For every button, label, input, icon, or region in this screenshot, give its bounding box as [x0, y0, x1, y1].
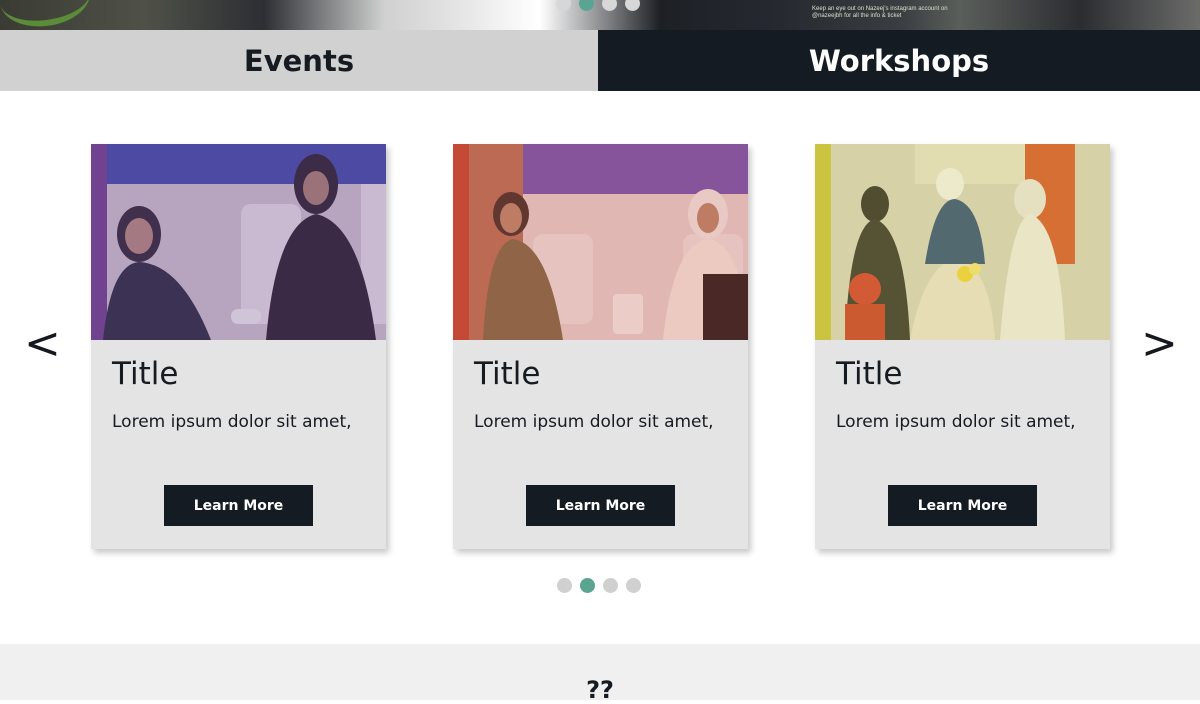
- event-card-image: [453, 144, 748, 340]
- leaf-decoration-icon: [0, 0, 94, 30]
- event-card-image: [815, 144, 1110, 340]
- event-card-title: Title: [112, 356, 179, 392]
- hero-dot[interactable]: [602, 0, 617, 11]
- learn-more-button[interactable]: Learn More: [888, 485, 1037, 526]
- category-tabs: Events Workshops: [0, 30, 1200, 91]
- learn-more-button[interactable]: Learn More: [164, 485, 313, 526]
- tab-workshops[interactable]: Workshops: [598, 30, 1200, 91]
- hero-banner: Keep an eye out on Nazeej's instagram ac…: [0, 0, 1200, 30]
- carousel-dot[interactable]: [626, 578, 641, 593]
- carousel-dot[interactable]: [557, 578, 572, 593]
- event-card-description: Lorem ipsum dolor sit amet,: [112, 412, 352, 432]
- carousel-dot-active[interactable]: [580, 578, 595, 593]
- carousel-next-arrow-icon[interactable]: >: [1141, 322, 1178, 366]
- hero-dot[interactable]: [625, 0, 640, 11]
- next-section: ??: [0, 644, 1200, 704]
- learn-more-button[interactable]: Learn More: [526, 485, 675, 526]
- event-card-description: Lorem ipsum dolor sit amet,: [474, 412, 714, 432]
- event-card-title: Title: [474, 356, 541, 392]
- event-card: Title Lorem ipsum dolor sit amet, Learn …: [91, 144, 386, 549]
- carousel-prev-arrow-icon[interactable]: <: [24, 322, 61, 366]
- event-card-title: Title: [836, 356, 903, 392]
- event-card-description: Lorem ipsum dolor sit amet,: [836, 412, 1076, 432]
- event-card: Title Lorem ipsum dolor sit amet, Learn …: [453, 144, 748, 549]
- tab-events[interactable]: Events: [0, 30, 598, 91]
- carousel-pagination: [557, 578, 641, 593]
- event-card-image: [91, 144, 386, 340]
- hero-slider-dots: [556, 0, 640, 11]
- instagram-note: Keep an eye out on Nazeej's instagram ac…: [812, 6, 948, 19]
- hero-dot-active[interactable]: [579, 0, 594, 11]
- event-card: Title Lorem ipsum dolor sit amet, Learn …: [815, 144, 1110, 549]
- hero-dot[interactable]: [556, 0, 571, 11]
- carousel-dot[interactable]: [603, 578, 618, 593]
